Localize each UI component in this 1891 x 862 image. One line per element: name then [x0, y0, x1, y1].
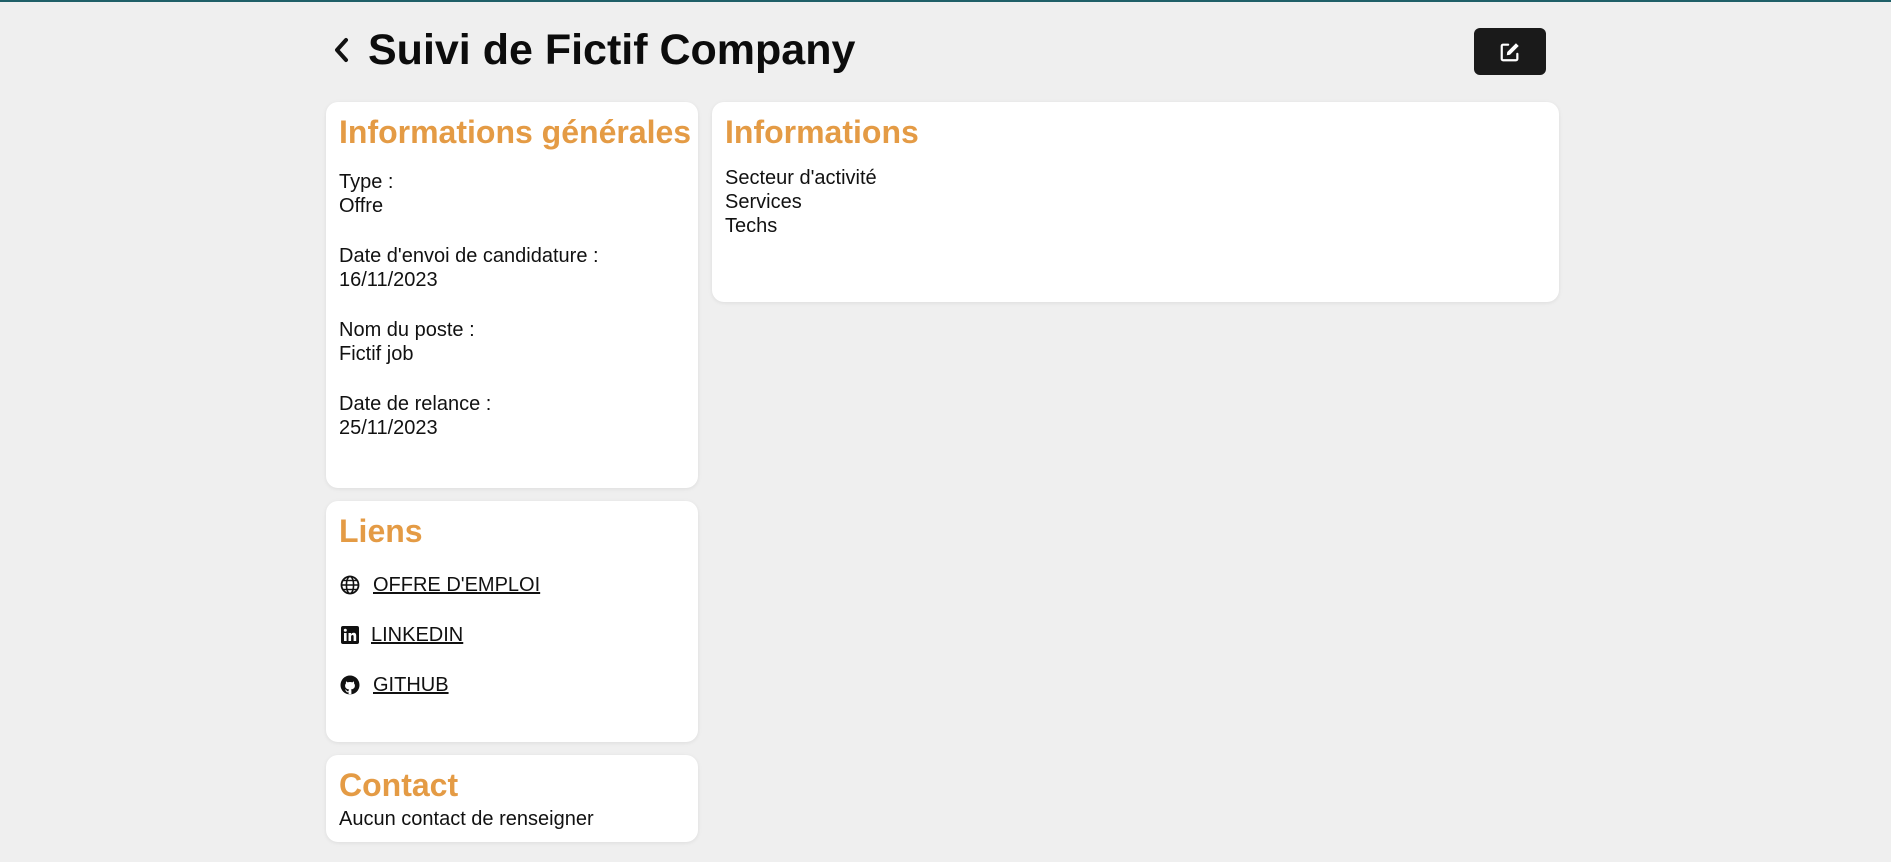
links-title: Liens [339, 513, 423, 549]
contact-empty-text: Aucun contact de renseigner [339, 808, 594, 830]
field-type: Type : Offre [339, 170, 685, 218]
general-info-card: Informations générales Type : Offre Date… [326, 102, 698, 488]
github-link[interactable]: GITHUB [373, 673, 449, 697]
info-line-techs: Techs [725, 215, 778, 237]
contact-title: Contact [339, 767, 459, 803]
field-application-date: Date d'envoi de candidature : 16/11/2023 [339, 244, 685, 292]
chevron-left-icon [335, 38, 348, 62]
field-value: Offre [339, 195, 384, 217]
job-offer-link[interactable]: OFFRE D'EMPLOI [373, 573, 540, 597]
edit-icon [1500, 42, 1519, 61]
back-button[interactable] [328, 32, 356, 68]
edit-button[interactable] [1474, 28, 1546, 75]
informations-title: Informations [725, 114, 919, 150]
field-value: 16/11/2023 [339, 269, 438, 291]
linkedin-link[interactable]: LINKEDIN [371, 623, 463, 647]
info-line-services: Services [725, 191, 802, 213]
field-follow-up-date: Date de relance : 25/11/2023 [339, 392, 685, 440]
page-title: Suivi de Fictif Company [368, 26, 856, 74]
links-card: Liens OFFRE D'EMPLOI LINKEDIN GITHUB [326, 501, 698, 742]
field-label: Date de relance : [339, 393, 492, 415]
field-label: Type : [339, 171, 394, 193]
contact-card: Contact Aucun contact de renseigner [326, 755, 698, 842]
page-header: Suivi de Fictif Company [0, 0, 1891, 100]
field-value: Fictif job [339, 343, 414, 365]
field-job-title: Nom du poste : Fictif job [339, 318, 685, 366]
linkedin-icon [339, 624, 361, 646]
info-line-sector: Secteur d'activité [725, 167, 877, 189]
field-label: Date d'envoi de candidature : [339, 245, 599, 267]
link-github: GITHUB [339, 673, 685, 697]
globe-icon [339, 574, 361, 596]
informations-card: Informations Secteur d'activité Services… [712, 102, 1559, 302]
field-value: 25/11/2023 [339, 417, 438, 439]
field-label: Nom du poste : [339, 319, 475, 341]
general-info-title: Informations générales [339, 114, 692, 150]
link-job-offer: OFFRE D'EMPLOI [339, 573, 685, 597]
link-linkedin: LINKEDIN [339, 623, 685, 647]
github-icon [339, 674, 361, 696]
